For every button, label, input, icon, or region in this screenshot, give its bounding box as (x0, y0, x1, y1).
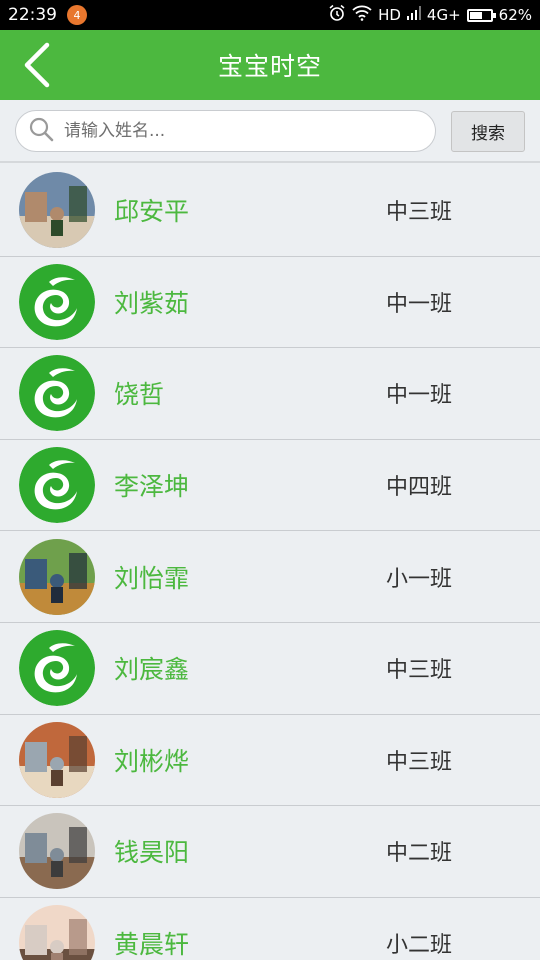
avatar (19, 538, 95, 615)
student-class: 小一班 (386, 566, 453, 592)
student-row[interactable]: 刘怡霏 小一班 (0, 531, 540, 623)
alarm-icon (328, 4, 346, 26)
avatar (19, 905, 95, 960)
student-class: 中三班 (386, 749, 453, 775)
student-name: 刘怡霏 (114, 563, 190, 593)
default-avatar-logo (19, 355, 95, 432)
student-name: 饶哲 (114, 380, 165, 410)
student-row[interactable]: 钱昊阳 中二班 (0, 806, 540, 898)
default-avatar-logo (19, 447, 95, 524)
search-box[interactable] (15, 110, 436, 152)
student-row[interactable]: 刘彬烨 中三班 (0, 714, 540, 807)
student-name: 刘宸鑫 (114, 655, 190, 685)
student-row[interactable]: 刘紫茹 中一班 (0, 256, 540, 349)
network-type-label: 4G+ (426, 6, 461, 24)
student-name: 钱昊阳 (114, 838, 190, 868)
back-button[interactable] (14, 41, 58, 89)
avatar (19, 721, 95, 798)
default-avatar-logo (19, 630, 95, 707)
student-class: 中一班 (386, 383, 453, 409)
student-row[interactable]: 邱安平 中三班 (0, 165, 540, 257)
student-row[interactable]: 黄晨轩 小二班 (0, 897, 540, 960)
hd-label: HD (378, 6, 401, 24)
status-time: 22:39 (8, 5, 57, 25)
battery-percent: 62% (498, 6, 532, 24)
student-class: 中三班 (386, 658, 453, 684)
status-bar: 22:39 4 HD 4G+ 62% (0, 0, 540, 30)
search-button[interactable]: 搜索 (451, 111, 525, 152)
title-bar: 宝宝时空 (0, 30, 540, 100)
chevron-left-icon (24, 42, 50, 88)
search-icon (28, 116, 54, 146)
student-class: 中二班 (386, 841, 453, 867)
signal-icon (406, 6, 421, 24)
student-name: 邱安平 (114, 197, 190, 227)
student-name: 刘紫茹 (114, 288, 190, 318)
student-row[interactable]: 刘宸鑫 中三班 (0, 622, 540, 715)
student-name: 黄晨轩 (114, 930, 190, 960)
student-class: 中四班 (386, 475, 453, 501)
notification-badge-icon: 4 (67, 5, 87, 25)
student-name: 刘彬烨 (114, 746, 190, 776)
avatar (19, 172, 95, 249)
student-list: 邱安平 中三班 刘紫茹 中一班 饶哲 中一班 李泽坤 中四班 刘怡霏 小一班 刘宸鑫 中三班 刘彬烨 中三… (0, 165, 540, 960)
battery-icon (466, 8, 496, 22)
default-avatar-logo (19, 263, 95, 340)
student-class: 中一班 (386, 291, 453, 317)
avatar (19, 813, 95, 890)
page-title: 宝宝时空 (217, 52, 322, 81)
search-bar: 搜索 (0, 100, 540, 163)
wifi-icon (352, 5, 372, 25)
student-class: 中三班 (386, 200, 453, 226)
student-row[interactable]: 李泽坤 中四班 (0, 439, 540, 532)
student-name: 李泽坤 (114, 472, 190, 502)
search-input[interactable] (64, 121, 404, 141)
student-class: 小二班 (386, 933, 453, 959)
student-row[interactable]: 饶哲 中一班 (0, 348, 540, 440)
